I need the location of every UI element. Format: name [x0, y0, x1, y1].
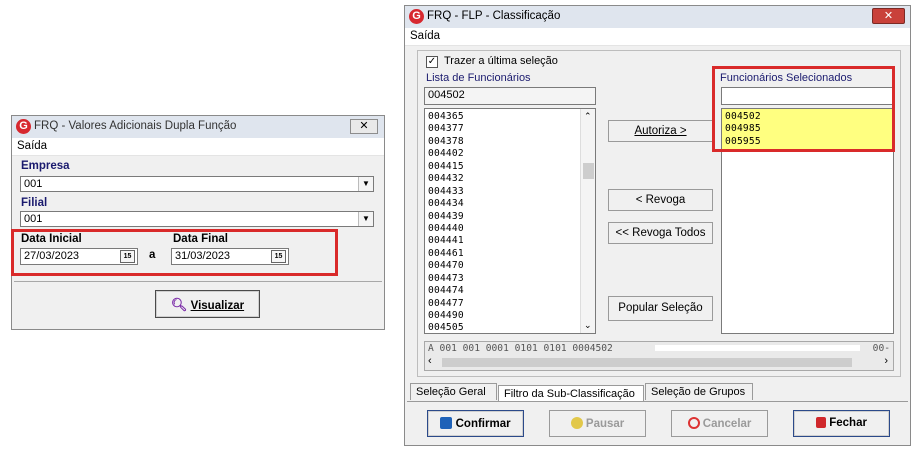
visualizar-label: Visualizar — [190, 300, 245, 312]
close-icon: ✕ — [359, 120, 369, 132]
cancelar-button[interactable]: Cancelar — [671, 410, 768, 437]
revoga-label: < Revoga — [635, 194, 686, 206]
list-item[interactable]: 004473 — [425, 273, 595, 285]
lock-icon — [816, 417, 827, 428]
lista-items: 004365 004377 004378 004402 004415 004432 0044… — [425, 109, 595, 333]
list-item[interactable]: 004490 — [425, 310, 595, 322]
tab-selecao-grupos-label: Seleção de Grupos — [651, 386, 746, 398]
menu-saida[interactable]: Saída — [17, 140, 47, 152]
scroll-left-icon[interactable]: ‹ — [428, 355, 432, 367]
pausar-button[interactable]: Pausar — [549, 410, 646, 437]
cancel-icon — [687, 417, 700, 429]
trazer-checkbox[interactable]: ✓ — [426, 56, 438, 68]
list-item[interactable]: 004402 — [425, 148, 595, 160]
title-bar: G FRQ - FLP - Classificação ✕ — [405, 6, 910, 28]
revoga-button[interactable]: < Revoga — [608, 189, 713, 211]
chevron-down-icon[interactable]: ▼ — [358, 212, 373, 226]
chevron-down-icon[interactable]: ▼ — [358, 177, 373, 191]
menu-bar: Saída — [405, 28, 910, 46]
horizontal-scrollbar[interactable]: ‹ › — [426, 355, 892, 369]
list-item[interactable]: 004377 — [425, 123, 595, 135]
close-icon: ✕ — [883, 10, 894, 22]
fechar-button[interactable]: Fechar — [793, 410, 890, 437]
list-item[interactable]: 004439 — [425, 211, 595, 223]
filial-label: Filial — [21, 197, 48, 209]
menu-saida[interactable]: Saída — [410, 30, 440, 42]
selecionados-highlight — [712, 66, 895, 152]
list-item[interactable]: 004477 — [425, 298, 595, 310]
fechar-label: Fechar — [829, 417, 867, 429]
list-item[interactable]: 004441 — [425, 235, 595, 247]
empresa-label: Empresa — [21, 160, 70, 172]
tab-filtro-sub-classificacao[interactable]: Filtro da Sub-Classificação — [498, 385, 644, 402]
title-bar: G FRQ - Valores Adicionais Dupla Função … — [12, 116, 384, 138]
lista-funcionarios-list[interactable]: 004365 004377 004378 004402 004415 004432 0044… — [424, 108, 596, 334]
list-item[interactable]: 004434 — [425, 198, 595, 210]
status-strip: A 001 001 0001 0101 0101 0004502 00- ‹ › — [424, 341, 894, 371]
list-item[interactable]: 004505 — [425, 322, 595, 333]
list-item[interactable]: 004415 — [425, 161, 595, 173]
trazer-checkbox-label: Trazer a última seleção — [444, 55, 558, 67]
list-item[interactable]: 004470 — [425, 260, 595, 272]
list-item[interactable]: 004474 — [425, 285, 595, 297]
filial-value: 001 — [24, 213, 43, 225]
confirmar-button[interactable]: Confirmar — [427, 410, 524, 437]
lista-search-input[interactable]: 004502 — [424, 87, 596, 105]
separator-line — [14, 281, 382, 282]
status-blank — [655, 345, 860, 351]
scroll-right-icon[interactable]: › — [884, 355, 888, 367]
list-item[interactable]: 004432 — [425, 173, 595, 185]
popular-selecao-button[interactable]: Popular Seleção — [608, 296, 713, 321]
status-text: A 001 001 0001 0101 0101 0004502 — [428, 343, 613, 354]
confirmar-label: Confirmar — [455, 418, 511, 430]
revoga-todos-label: << Revoga Todos — [615, 227, 706, 239]
window-title: FRQ - FLP - Classificação — [427, 10, 561, 22]
tab-filtro-label: Filtro da Sub-Classificação — [504, 388, 635, 400]
visualizar-button[interactable]: 🔍︎ Visualizar — [155, 290, 260, 318]
empresa-select[interactable]: 001 ▼ — [20, 176, 374, 192]
autoriza-label: Autoriza > — [634, 125, 687, 137]
tab-selecao-geral[interactable]: Seleção Geral — [410, 383, 497, 400]
list-item[interactable]: 004378 — [425, 136, 595, 148]
list-item[interactable]: 004433 — [425, 186, 595, 198]
lista-funcionarios-label: Lista de Funcionários — [426, 72, 531, 84]
status-tail: 00- — [872, 343, 890, 354]
tab-baseline — [407, 401, 908, 402]
lista-scrollbar[interactable]: ⌃ ⌄ — [580, 109, 595, 333]
app-logo-icon: G — [409, 9, 424, 24]
revoga-todos-button[interactable]: << Revoga Todos — [608, 222, 713, 244]
popular-selecao-label: Popular Seleção — [618, 302, 703, 314]
window-title: FRQ - Valores Adicionais Dupla Função — [34, 120, 237, 132]
scroll-up-icon[interactable]: ⌃ — [584, 111, 592, 122]
list-item[interactable]: 004440 — [425, 223, 595, 235]
pausar-label: Pausar — [585, 418, 625, 430]
list-item[interactable]: 004461 — [425, 248, 595, 260]
scroll-thumb[interactable] — [583, 163, 594, 179]
valores-adicionais-window: G FRQ - Valores Adicionais Dupla Função … — [11, 115, 385, 330]
tab-selecao-grupos[interactable]: Seleção de Grupos — [645, 383, 753, 400]
pause-icon — [570, 417, 583, 429]
list-item[interactable]: 004365 — [425, 111, 595, 123]
menu-bar: Saída — [12, 138, 384, 156]
close-button[interactable]: ✕ — [350, 119, 378, 134]
autoriza-button[interactable]: Autoriza > — [608, 120, 713, 142]
save-icon — [440, 417, 453, 429]
filial-select[interactable]: 001 ▼ — [20, 211, 374, 227]
empresa-value: 001 — [24, 178, 43, 190]
close-button[interactable]: ✕ — [872, 8, 905, 24]
app-logo-icon: G — [16, 119, 31, 134]
magnifier-icon: 🔍︎ — [170, 297, 188, 312]
tab-selecao-geral-label: Seleção Geral — [416, 386, 486, 398]
horizontal-scroll-thumb[interactable] — [442, 358, 852, 367]
cancelar-label: Cancelar — [702, 418, 752, 430]
lista-search-value: 004502 — [428, 89, 465, 101]
scroll-down-icon[interactable]: ⌄ — [584, 320, 592, 331]
date-range-highlight — [11, 229, 338, 276]
